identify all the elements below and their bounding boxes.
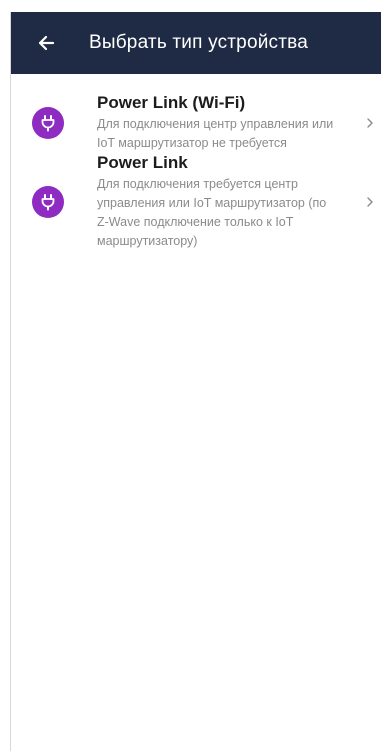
plug-icon-badge	[32, 106, 64, 139]
item-text: Power Link Для подключения требуется цен…	[97, 152, 381, 251]
arrow-left-icon	[38, 35, 55, 51]
page-title: Выбрать тип устройства	[89, 32, 308, 53]
chevron-right-icon	[366, 117, 374, 129]
chevron-right-icon	[366, 196, 374, 208]
item-title: Power Link (Wi-Fi)	[97, 93, 246, 112]
item-description: Для подключения требуется центр управлен…	[97, 177, 327, 248]
back-button[interactable]	[25, 22, 67, 64]
item-text: Power Link (Wi-Fi) Для подключения центр…	[97, 92, 381, 153]
item-description: Для подключения центр управления или IoT…	[97, 117, 334, 150]
list-item-power-link[interactable]: Power Link Для подключения требуется цен…	[11, 152, 381, 251]
app-bar: Выбрать тип устройства	[11, 12, 381, 74]
plug-icon-badge	[32, 185, 64, 218]
screen: Выбрать тип устройства Power Link (Wi-Fi…	[10, 12, 381, 751]
device-type-list: Power Link (Wi-Fi) Для подключения центр…	[11, 92, 381, 251]
plug-icon	[41, 193, 55, 210]
plug-icon	[41, 114, 55, 131]
list-item-power-link-wifi[interactable]: Power Link (Wi-Fi) Для подключения центр…	[11, 92, 381, 153]
item-title: Power Link	[97, 153, 188, 172]
